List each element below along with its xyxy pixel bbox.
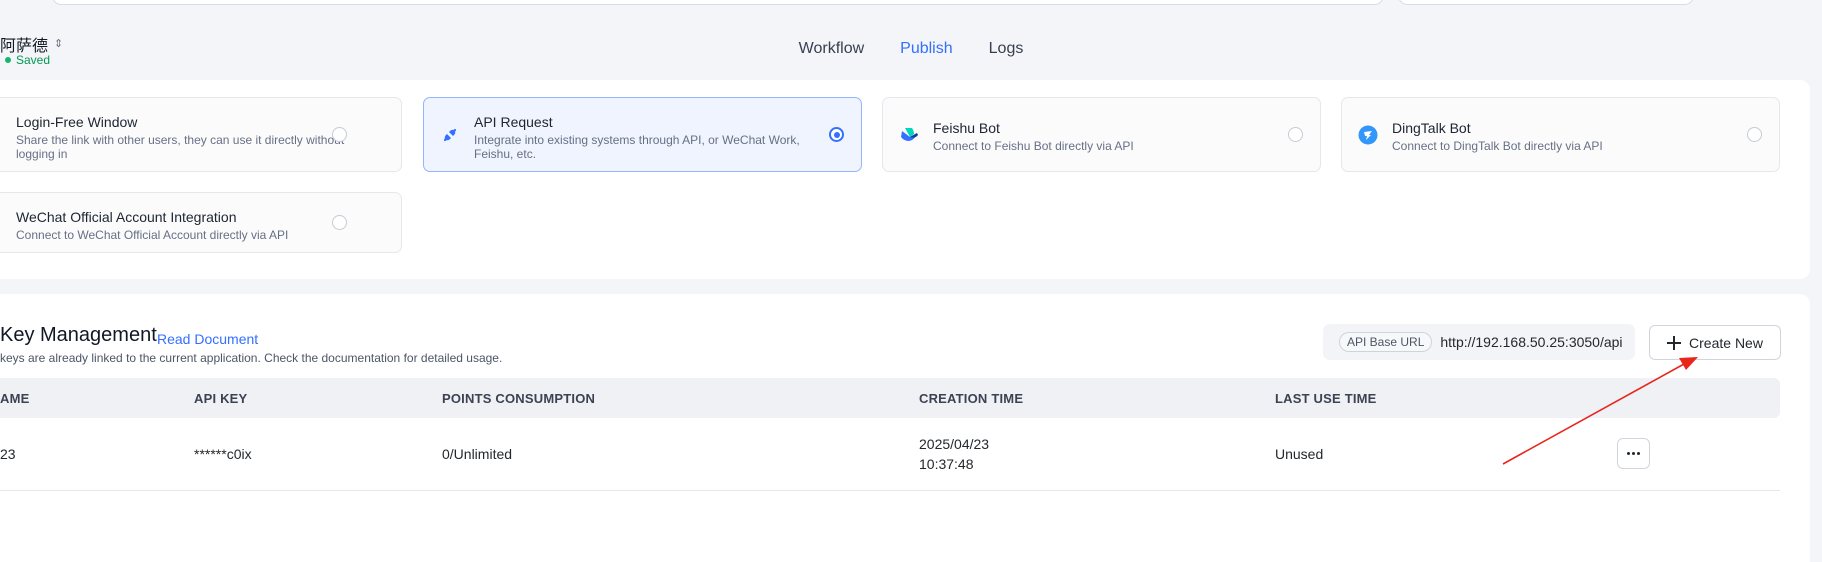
channel-title: Login-Free Window [16, 114, 138, 130]
top-input-field[interactable] [52, 0, 1384, 5]
channel-card-feishu[interactable]: Feishu Bot Connect to Feishu Bot directl… [882, 97, 1321, 172]
plus-icon [1667, 335, 1682, 350]
column-header-api-key: API KEY [194, 391, 248, 406]
channel-title: Feishu Bot [933, 120, 1000, 136]
tab-workflow[interactable]: Workflow [799, 40, 865, 58]
more-dot-icon [1627, 452, 1630, 455]
column-header-last-use-time: LAST USE TIME [1275, 391, 1377, 406]
channel-card-wechat-official[interactable]: WeChat Official Account Integration Conn… [0, 192, 402, 253]
feishu-icon [901, 128, 918, 141]
top-select-field[interactable] [1398, 0, 1694, 5]
channel-title: WeChat Official Account Integration [16, 209, 237, 225]
more-dot-icon [1637, 452, 1640, 455]
channel-radio[interactable] [829, 127, 844, 142]
key-management-desc: keys are already linked to the current a… [0, 351, 503, 365]
dingtalk-icon [1358, 125, 1378, 145]
read-document-link[interactable]: Read Document [157, 331, 258, 347]
channel-radio[interactable] [332, 215, 347, 230]
channel-radio[interactable] [1747, 127, 1762, 142]
column-header-points: POINTS CONSUMPTION [442, 391, 596, 406]
more-dot-icon [1632, 452, 1635, 455]
channel-title: DingTalk Bot [1392, 120, 1471, 136]
cell-points: 0/Unlimited [442, 446, 513, 462]
column-header-creation-time: CREATION TIME [919, 391, 1024, 406]
channel-card-dingtalk[interactable]: DingTalk Bot Connect to DingTalk Bot dir… [1341, 97, 1780, 172]
channel-title: API Request [474, 114, 553, 130]
top-strip [0, 0, 1822, 8]
table-header [0, 378, 1780, 418]
create-new-label: Create New [1689, 334, 1763, 351]
editor-header: 阿萨德 ⇕ Saved Workflow Publish Logs [0, 8, 1822, 80]
channel-radio[interactable] [1288, 127, 1303, 142]
header-tabs: Workflow Publish Logs [0, 40, 1822, 58]
channel-radio[interactable] [332, 127, 347, 142]
tab-logs[interactable]: Logs [989, 40, 1024, 58]
api-plug-icon [443, 128, 457, 142]
channel-desc: Share the link with other users, they ca… [16, 133, 345, 161]
api-base-url-box[interactable]: API Base URL http://192.168.50.25:3050/a… [1323, 324, 1635, 360]
channel-card-api-request[interactable]: API Request Integrate into existing syst… [423, 97, 862, 172]
create-new-button[interactable]: Create New [1649, 325, 1781, 360]
channel-desc: Integrate into existing systems through … [474, 133, 800, 161]
channel-card-login-free[interactable]: Login-Free Window Share the link with ot… [0, 97, 402, 172]
cell-last-use: Unused [1275, 446, 1324, 462]
channel-desc: Connect to WeChat Official Account direc… [16, 228, 289, 242]
channel-desc: Connect to DingTalk Bot directly via API [1392, 139, 1603, 153]
key-management-title: Key Management [0, 324, 157, 346]
api-base-url-tag: API Base URL [1339, 332, 1433, 352]
column-header-name: AME [0, 391, 30, 406]
channel-desc: Connect to Feishu Bot directly via API [933, 139, 1134, 153]
row-more-button[interactable] [1617, 438, 1650, 469]
cell-creation-date: 2025/04/23 [919, 436, 990, 452]
tab-publish[interactable]: Publish [900, 40, 952, 58]
cell-creation-time: 10:37:48 [919, 456, 974, 472]
cell-api-key: ******c0ix [194, 446, 252, 462]
cell-name: 23 [0, 446, 16, 462]
row-divider [0, 490, 1780, 491]
api-base-url-value[interactable]: http://192.168.50.25:3050/api [1440, 334, 1622, 350]
